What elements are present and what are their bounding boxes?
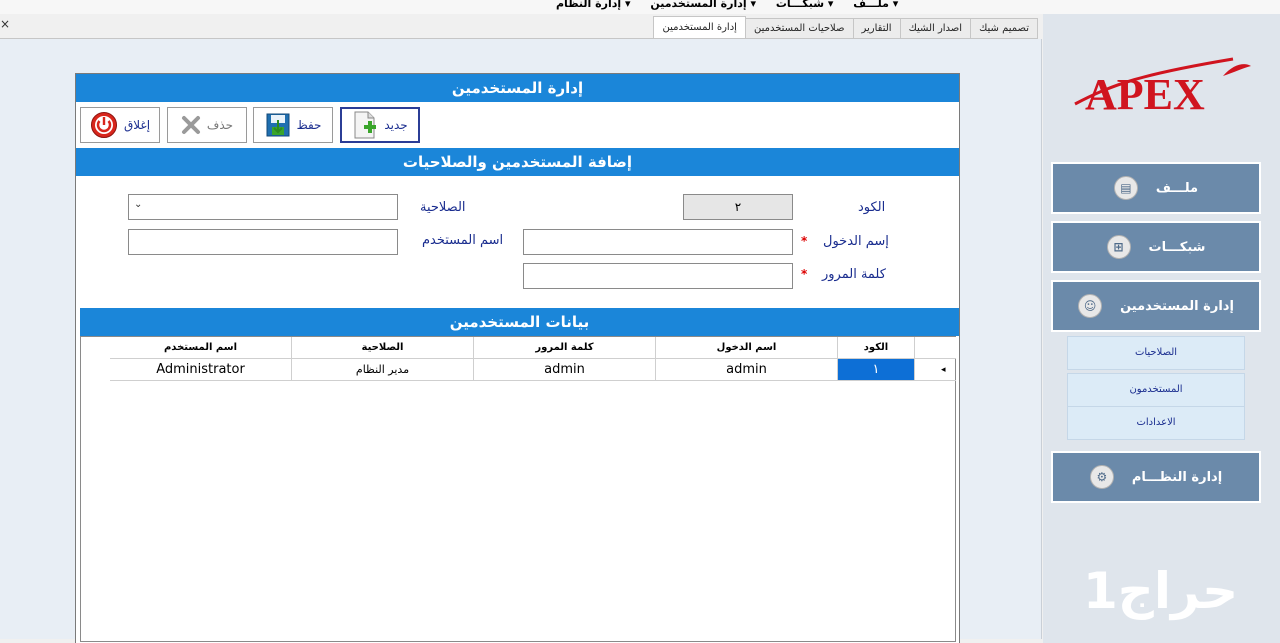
nav-file[interactable]: ملـــف ▤	[1051, 162, 1261, 214]
close-button[interactable]: إغلاق	[80, 107, 160, 143]
delete-x-icon	[181, 116, 200, 134]
login-name-label: إسم الدخول	[823, 234, 889, 249]
sidebar-item-users[interactable]: المستخدمون	[1067, 373, 1245, 407]
menu-file[interactable]: ▾ ملـــف	[845, 0, 898, 10]
tab-user-permissions[interactable]: صلاحيات المستخدمين	[744, 18, 854, 38]
cell-code[interactable]: ١	[838, 359, 915, 381]
delete-button[interactable]: حذف	[167, 107, 247, 143]
chevron-down-icon: ⌄	[134, 199, 143, 210]
apex-logo: APEX	[1074, 57, 1251, 119]
sidebar-item-settings[interactable]: الاعدادات	[1067, 406, 1245, 440]
code-field[interactable]: ٢	[683, 194, 793, 220]
cell-username[interactable]: Administrator	[110, 359, 292, 381]
floppy-disk-icon	[266, 113, 290, 137]
new-document-icon	[354, 111, 377, 139]
nav-system-admin[interactable]: إدارة النظـــام ⚙	[1051, 451, 1261, 503]
system-icon: ⚙	[1089, 465, 1114, 489]
cell-login[interactable]: admin	[656, 359, 838, 381]
sidebar-item-permissions[interactable]: الصلاحيات	[1067, 336, 1245, 370]
grid-header-username[interactable]: اسم المستخدم	[110, 337, 292, 359]
menu-networks[interactable]: ▾ شبكـــات	[768, 0, 834, 10]
svg-text:APEX: APEX	[1085, 70, 1205, 119]
grid-header: الكود اسم الدخول كلمة المرور الصلاحية اس…	[110, 337, 956, 359]
section-title-add: إضافة المستخدمين والصلاحيات	[76, 148, 959, 176]
sidebar: APEX ملـــف ▤ شبكـــات ⊞ إدارة المستخدمي…	[1043, 14, 1280, 643]
permission-label: الصلاحية	[420, 200, 466, 215]
table-row[interactable]: ١ admin admin مدير النظام Administrator	[110, 359, 956, 381]
watermark: حراج1	[1083, 562, 1239, 620]
cell-password[interactable]: admin	[474, 359, 656, 381]
tab-strip: تصميم شيك اصدار الشيك التقارير صلاحيات ا…	[630, 16, 1038, 38]
grid-header-permission[interactable]: الصلاحية	[292, 337, 474, 359]
save-button[interactable]: حفظ	[253, 107, 333, 143]
permission-select[interactable]: ⌄	[128, 194, 398, 220]
power-icon	[90, 112, 117, 138]
panel-title: إدارة المستخدمين	[76, 74, 959, 102]
grid-header-spacer	[915, 337, 956, 359]
grid-header-login[interactable]: اسم الدخول	[656, 337, 838, 359]
required-marker: *	[801, 267, 808, 281]
user-management-panel: إدارة المستخدمين جديد حفظ حذف إغلاق إضاف…	[75, 73, 960, 643]
close-icon[interactable]: ×	[0, 17, 10, 31]
menu-system-admin[interactable]: ▾ إدارة النظام	[548, 0, 631, 10]
nav-users-admin[interactable]: إدارة المستخدمين ☺	[1051, 280, 1261, 332]
grid-header-password[interactable]: كلمة المرور	[474, 337, 656, 359]
network-icon: ⊞	[1106, 235, 1131, 259]
tab-user-management[interactable]: إدارة المستخدمين	[653, 16, 746, 38]
cell-permission[interactable]: مدير النظام	[292, 359, 474, 381]
tab-reports[interactable]: التقارير	[852, 18, 901, 38]
menu-users-admin[interactable]: ▾ إدارة المستخدمين	[642, 0, 756, 10]
users-icon: ☺	[1078, 294, 1103, 318]
code-label: الكود	[858, 200, 886, 215]
section-title-data: بيانات المستخدمين	[80, 308, 959, 336]
username-label: اسم المستخدم	[422, 233, 504, 248]
login-name-input[interactable]	[523, 229, 793, 255]
users-grid: الكود اسم الدخول كلمة المرور الصلاحية اس…	[80, 336, 956, 642]
row-header-cell[interactable]	[915, 359, 956, 381]
content-area: إدارة المستخدمين جديد حفظ حذف إغلاق إضاف…	[0, 39, 1042, 643]
password-label: كلمة المرور	[822, 267, 886, 282]
password-input[interactable]	[523, 263, 793, 289]
row-indicator-icon: ◂	[941, 365, 946, 375]
nav-networks[interactable]: شبكـــات ⊞	[1051, 221, 1261, 273]
toolbar: جديد حفظ حذف إغلاق	[76, 102, 959, 146]
new-button[interactable]: جديد	[340, 107, 420, 143]
tab-issue-cheque[interactable]: اصدار الشيك	[899, 18, 972, 38]
required-marker: *	[801, 234, 808, 248]
file-icon: ▤	[1113, 176, 1138, 200]
tab-cheque-design[interactable]: تصميم شيك	[970, 18, 1038, 38]
top-menu: ▾ ملـــف ▾ شبكـــات ▾ إدارة المستخدمين ▾…	[540, 0, 898, 10]
username-input[interactable]	[128, 229, 398, 255]
grid-header-code[interactable]: الكود	[838, 337, 915, 359]
